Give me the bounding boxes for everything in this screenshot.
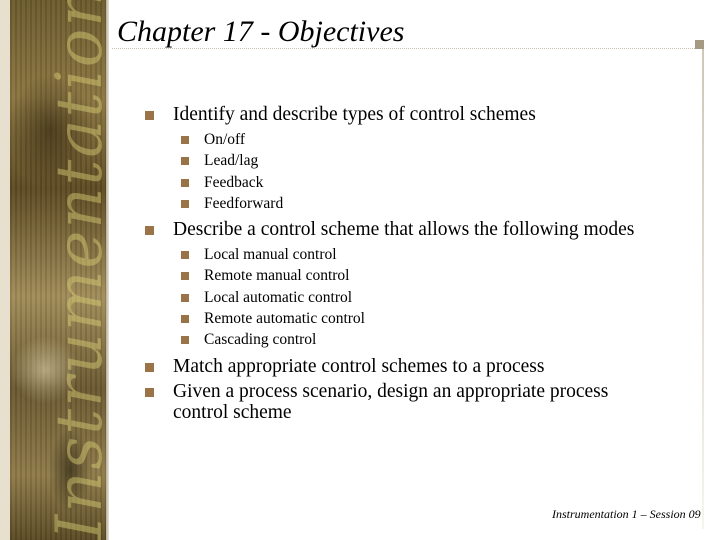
square-bullet-icon xyxy=(181,199,189,208)
square-bullet-icon xyxy=(181,157,189,166)
sub-item: Local automatic control xyxy=(143,287,663,308)
sub-item: Local manual control xyxy=(143,244,663,265)
slide-footer: Instrumentation 1 – Session 09 xyxy=(552,507,701,521)
square-bullet-icon xyxy=(181,178,189,187)
objective-item: Given a process scenario, design an appr… xyxy=(143,381,663,423)
title-underline-divider xyxy=(112,48,695,49)
square-bullet-icon xyxy=(145,387,154,397)
sub-item: On/off xyxy=(143,129,663,150)
sub-item-text: Local automatic control xyxy=(204,288,353,306)
sub-item: Feedforward xyxy=(143,193,663,214)
objective-item: Match appropriate control schemes to a p… xyxy=(143,356,663,377)
sub-item-text: Feedback xyxy=(204,173,264,191)
square-bullet-icon xyxy=(145,362,154,372)
sub-list: Local manual control Remote manual contr… xyxy=(143,244,663,350)
sub-item-text: Lead/lag xyxy=(204,152,259,170)
square-bullet-icon xyxy=(181,336,189,345)
square-bullet-icon xyxy=(145,226,154,236)
sub-item-text: Remote manual control xyxy=(204,267,350,285)
objectives-list: Identify and describe types of control s… xyxy=(143,104,663,427)
slide-title: Chapter 17 - Objectives xyxy=(117,15,405,48)
objective-text: Match appropriate control schemes to a p… xyxy=(173,355,545,377)
sub-item-text: On/off xyxy=(204,131,246,148)
sub-item-text: Feedforward xyxy=(204,194,284,212)
sub-item-text: Cascading control xyxy=(204,331,317,349)
right-vertical-divider xyxy=(702,49,704,529)
objective-text: Describe a control scheme that allows th… xyxy=(173,219,635,241)
objective-text: Identify and describe types of control s… xyxy=(173,104,536,125)
sub-item: Remote automatic control xyxy=(143,308,663,329)
objective-item: Identify and describe types of control s… xyxy=(143,104,663,125)
objective-item: Describe a control scheme that allows th… xyxy=(143,219,663,240)
sub-item-text: Local manual control xyxy=(204,246,337,264)
square-bullet-icon xyxy=(181,136,189,144)
corner-square-ornament xyxy=(695,40,704,49)
sub-item: Remote manual control xyxy=(143,265,663,286)
square-bullet-icon xyxy=(181,251,189,260)
sub-item: Lead/lag xyxy=(143,150,663,171)
square-bullet-icon xyxy=(181,315,189,324)
decorative-strip-word: Instrumentation xyxy=(50,0,110,540)
strip-edge-divider xyxy=(106,0,109,540)
sub-list: On/off Lead/lag Feedback Feedforward xyxy=(143,129,663,214)
sub-item: Feedback xyxy=(143,172,663,193)
sub-item: Cascading control xyxy=(143,329,663,350)
square-bullet-icon xyxy=(181,293,189,302)
square-bullet-icon xyxy=(181,272,189,281)
objective-text: Given a process scenario, design an appr… xyxy=(173,380,609,423)
square-bullet-icon xyxy=(145,111,154,120)
sub-item-text: Remote automatic control xyxy=(204,310,365,328)
